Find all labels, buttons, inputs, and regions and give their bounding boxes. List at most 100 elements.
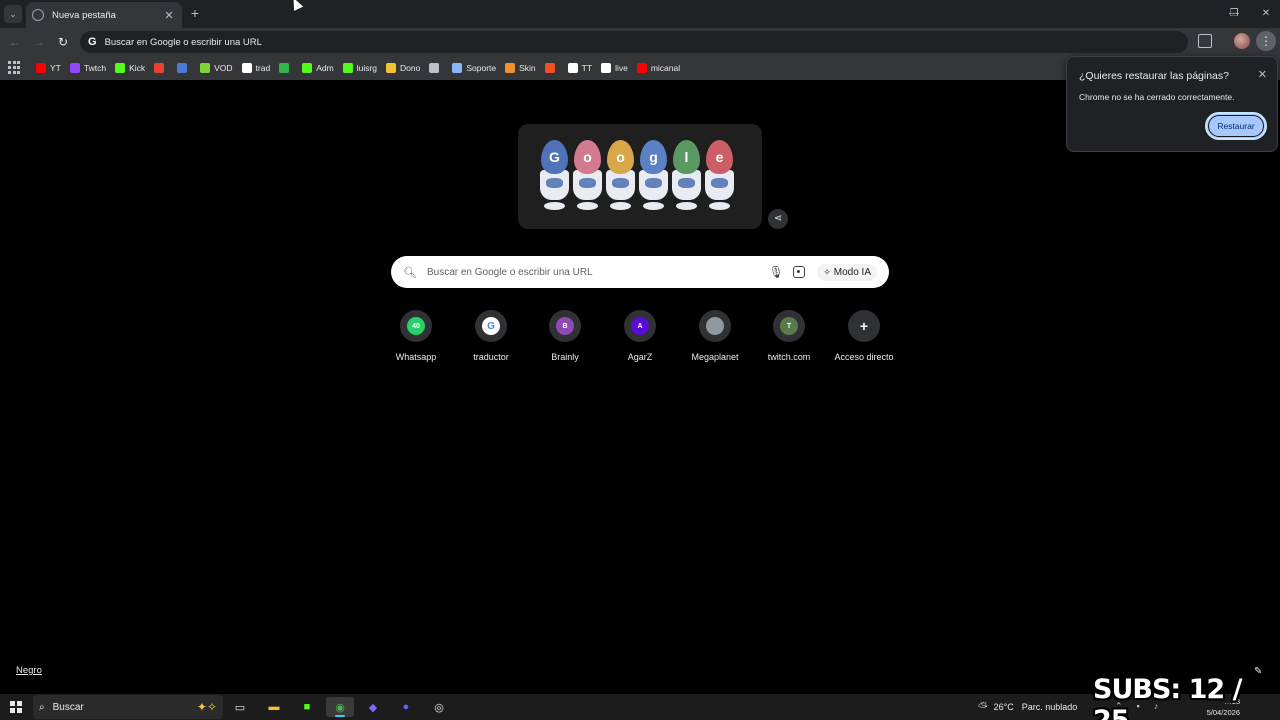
grid-icon — [177, 63, 188, 73]
profile-avatar[interactable] — [1234, 33, 1250, 49]
search-box[interactable]: 🔍︎ Buscar en Google o escribir una URL 🎙… — [391, 256, 889, 288]
minecraft-icon[interactable]: ■ — [293, 697, 321, 717]
bookmark-skull-icon[interactable] — [429, 59, 443, 77]
restore-button[interactable]: Restaurar — [1205, 112, 1267, 140]
extensions-icon[interactable] — [1198, 34, 1212, 48]
windows-taskbar: ⌕ Buscar ✦✧ ▭ ▬ ■ ◉ ◆ ● ◎ ⛅︎ 26°C Parc. … — [0, 694, 1280, 720]
bookmark-tt[interactable]: TT — [567, 59, 592, 77]
shortcut-twitch-com[interactable]: Ttwitch.com — [749, 310, 829, 370]
discord-icon[interactable]: ● — [392, 697, 420, 717]
task-view-icon[interactable]: ▭ — [226, 697, 254, 717]
theme-link[interactable]: Negro — [16, 665, 42, 676]
new-tab-button[interactable]: + — [188, 5, 202, 21]
bookmark-vod[interactable]: VOD — [200, 59, 233, 77]
dialog-close-button[interactable]: ✕ — [1258, 68, 1267, 81]
bookmark-live[interactable]: live — [601, 59, 628, 77]
bookmark-microsoft-icon[interactable] — [544, 59, 559, 77]
shortcut-megaplanet[interactable]: Megaplanet — [675, 310, 755, 370]
bookmark-trad[interactable]: trad — [241, 59, 270, 77]
shortcut-badge — [706, 317, 724, 335]
bookmark-label: YT — [50, 63, 61, 73]
address-bar[interactable]: G Buscar en Google o escribir una URL — [80, 31, 1188, 53]
shortcut-label: Megaplanet — [691, 352, 739, 362]
doodle-egg: g — [639, 140, 668, 214]
bookmark-label: VOD — [214, 63, 233, 73]
windows-start-icon[interactable] — [10, 701, 22, 713]
shortcut-brainly[interactable]: B Brainly — [525, 310, 605, 370]
bookmark-label: luisrg — [356, 63, 378, 73]
restore-window-button[interactable]: ❐ — [1218, 0, 1250, 26]
shortcut-icon: B — [549, 310, 581, 342]
bookmark-soporte[interactable]: Soporte — [452, 59, 496, 77]
bookmark-badge-18-icon[interactable] — [279, 59, 293, 77]
bookmark-yt[interactable]: YT — [36, 59, 61, 77]
globe-icon — [452, 63, 463, 73]
egg-letter: e — [706, 140, 733, 174]
bookmark-twtch[interactable]: Twtch — [69, 59, 106, 77]
tab-title: Nueva pestaña — [52, 9, 116, 21]
shortcut-whatsapp[interactable]: 40 Whatsapp — [376, 310, 456, 370]
back-button[interactable]: ← — [7, 34, 23, 50]
egg-letter: G — [541, 140, 568, 174]
bookmark-gmail-icon[interactable] — [154, 59, 168, 77]
gmail-icon — [154, 63, 165, 73]
partly-cloudy-icon: ⛅︎ — [978, 699, 988, 714]
taskbar-search-text: Buscar — [52, 701, 84, 713]
google-lens-icon[interactable] — [793, 266, 806, 278]
file-explorer-icon[interactable]: ▬ — [260, 697, 288, 717]
ai-mode-button[interactable]: ✧ Modo IA — [817, 263, 877, 281]
bookmark-label: Dono — [400, 63, 421, 73]
bookmark-adm[interactable]: Adm — [302, 59, 334, 77]
egg-letter: o — [607, 140, 634, 174]
google-icon — [241, 63, 252, 73]
badge-18-icon — [279, 63, 290, 73]
weather-condition: Parc. nublado — [1021, 702, 1078, 712]
bookmark-skin[interactable]: Skin — [505, 59, 536, 77]
vod-icon — [200, 63, 211, 73]
obs-icon[interactable]: ◎ — [425, 697, 453, 717]
bookmark-grid-icon[interactable] — [177, 59, 191, 77]
tab-search-button[interactable]: ⌄ — [4, 5, 22, 23]
google-doodle[interactable]: Google — [518, 124, 762, 229]
bookmark-kick[interactable]: Kick — [115, 59, 145, 77]
tab-new-tab[interactable]: Nueva pestaña ✕ — [26, 2, 182, 28]
shortcut-icon: T — [773, 310, 805, 342]
search-icon: 🔍︎ — [403, 266, 417, 279]
reload-button[interactable]: ↻ — [55, 34, 71, 50]
weather-widget[interactable]: ⛅︎ 26°C Parc. nublado — [978, 694, 1077, 720]
app-diamond-icon[interactable]: ◆ — [359, 697, 387, 717]
chrome-icon — [32, 9, 44, 21]
dialog-title: ¿Quieres restaurar las páginas? — [1079, 70, 1229, 82]
microphone-icon[interactable]: 🎙︎ — [767, 265, 785, 279]
tab-close-button[interactable]: ✕ — [162, 9, 176, 22]
shortcut-badge: A — [631, 317, 649, 335]
egg-letter: l — [673, 140, 700, 174]
search-icon: ⌕ — [39, 701, 45, 713]
browser-toolbar: ← → ↻ G Buscar en Google o escribir una … — [0, 28, 1280, 56]
shortcut-traductor[interactable]: Gtraductor — [451, 310, 531, 370]
doodle-egg: e — [705, 140, 734, 214]
shortcut-agarz[interactable]: A AgarZ — [600, 310, 680, 370]
menu-icon[interactable]: ⋮ — [1256, 31, 1276, 51]
apps-icon[interactable] — [8, 61, 22, 75]
kick-icon — [342, 63, 353, 73]
google-icon: G — [88, 36, 97, 48]
address-bar-text: Buscar en Google o escribir una URL — [104, 36, 262, 48]
kick-icon — [115, 63, 126, 73]
taskbar-search[interactable]: ⌕ Buscar ✦✧ — [33, 695, 223, 719]
bookmark-luisrg[interactable]: luisrg — [342, 59, 378, 77]
pumpkin-icon — [505, 63, 516, 73]
bookmark-dono[interactable]: Dono — [386, 59, 420, 77]
forward-button[interactable]: → — [31, 34, 47, 50]
dialog-message: Chrome no se ha cerrado correctamente. — [1079, 92, 1235, 102]
bookmark-micanal[interactable]: micanal — [636, 59, 680, 77]
shortcut-icon: + — [848, 310, 880, 342]
share-doodle-button[interactable]: ⋖ — [768, 209, 788, 229]
shortcut-acceso-directo[interactable]: + Acceso directo — [824, 310, 904, 370]
kick-icon — [302, 63, 313, 73]
close-window-button[interactable]: ✕ — [1250, 0, 1280, 26]
bookmark-label: Skin — [519, 63, 536, 73]
shortcut-label: Acceso directo — [834, 352, 894, 362]
bookmark-label: live — [615, 63, 628, 73]
chrome-taskbar-icon[interactable]: ◉ — [326, 697, 354, 717]
